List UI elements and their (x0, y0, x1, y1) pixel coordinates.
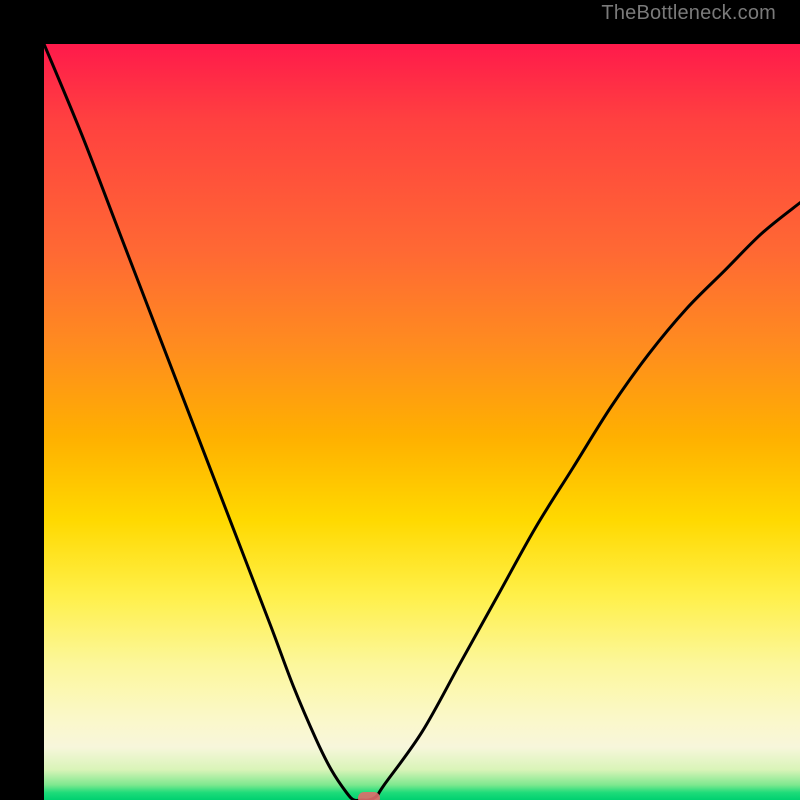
chart-frame (0, 0, 800, 800)
plot-area (44, 44, 800, 800)
minimum-marker (358, 792, 380, 800)
watermark-text: TheBottleneck.com (601, 2, 776, 25)
bottleneck-curve (44, 44, 800, 800)
curve-path (44, 44, 800, 800)
